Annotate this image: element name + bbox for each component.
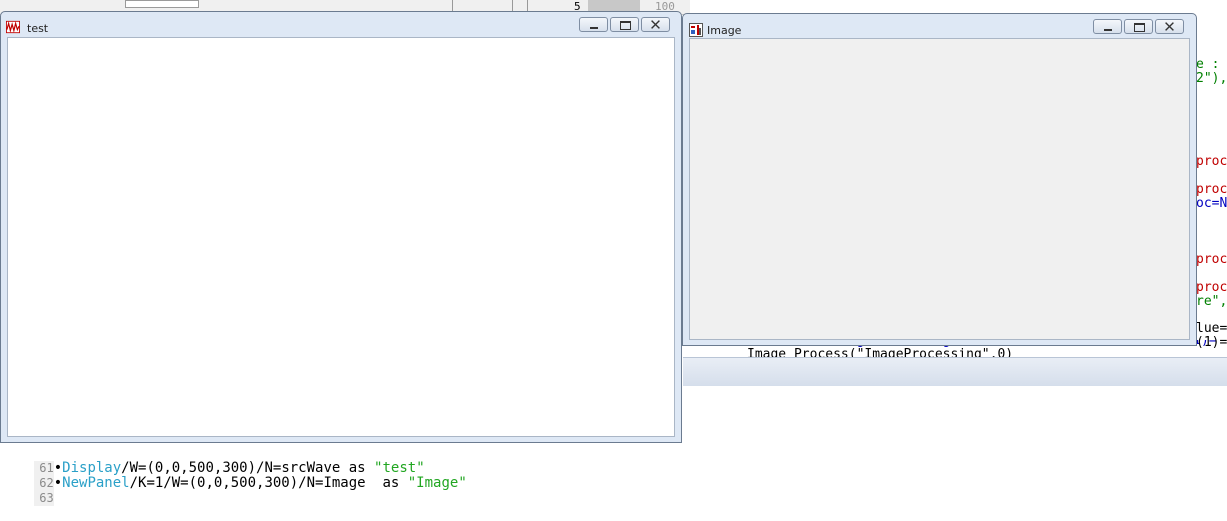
test-window-titlebar[interactable]: test (1, 12, 681, 38)
restore-icon (1134, 23, 1145, 32)
line-number: 63 (33, 491, 54, 506)
code-fragment: proc (1196, 182, 1227, 197)
graph-window-icon (6, 20, 20, 34)
code-fragment: re", (1196, 294, 1227, 309)
code-fragment: oc=N (1196, 196, 1227, 211)
code-line-62[interactable]: 62•NewPanel/K=1/W=(0,0,500,300)/N=Image … (0, 461, 700, 491)
minimize-button[interactable] (579, 17, 608, 32)
code-line-61[interactable]: 61•Display/W=(0,0,500,300)/N=srcWave as … (0, 446, 700, 476)
image-window-titlebar[interactable]: Image (683, 14, 1196, 40)
close-button[interactable] (1155, 19, 1184, 34)
window-controls (1093, 19, 1184, 34)
minimize-button[interactable] (1093, 19, 1122, 34)
restore-icon (620, 21, 631, 30)
minimize-icon (1104, 29, 1112, 31)
panel-client-area[interactable] (689, 38, 1190, 340)
code-fragment: e : (1196, 57, 1220, 72)
window-title: Image (707, 24, 742, 37)
minimize-icon (590, 27, 598, 29)
restore-button[interactable] (1124, 19, 1153, 34)
window-title: test (27, 22, 49, 35)
code-fragment: lue= (1196, 321, 1227, 336)
test-graph-window[interactable]: test (0, 11, 682, 443)
restore-button[interactable] (610, 17, 639, 32)
code-fragment: 2"), (1196, 71, 1227, 86)
code-fragment: proc (1196, 154, 1227, 169)
close-button[interactable] (641, 17, 670, 32)
window-controls (579, 17, 670, 32)
procedure-editor-lines: 61•Display/W=(0,0,500,300)/N=srcWave as … (0, 440, 700, 506)
close-icon (1165, 22, 1174, 31)
code-fragment: (1)= (1196, 335, 1227, 350)
code-fragment: proc (1196, 280, 1227, 295)
graph-client-area[interactable] (7, 37, 675, 437)
panel-window-icon (689, 23, 703, 37)
code-fragment: proc (1196, 252, 1227, 267)
background-window-frame (683, 357, 1227, 386)
close-icon (651, 20, 660, 29)
image-panel-window[interactable]: Image (682, 13, 1197, 346)
background-field (125, 0, 199, 8)
